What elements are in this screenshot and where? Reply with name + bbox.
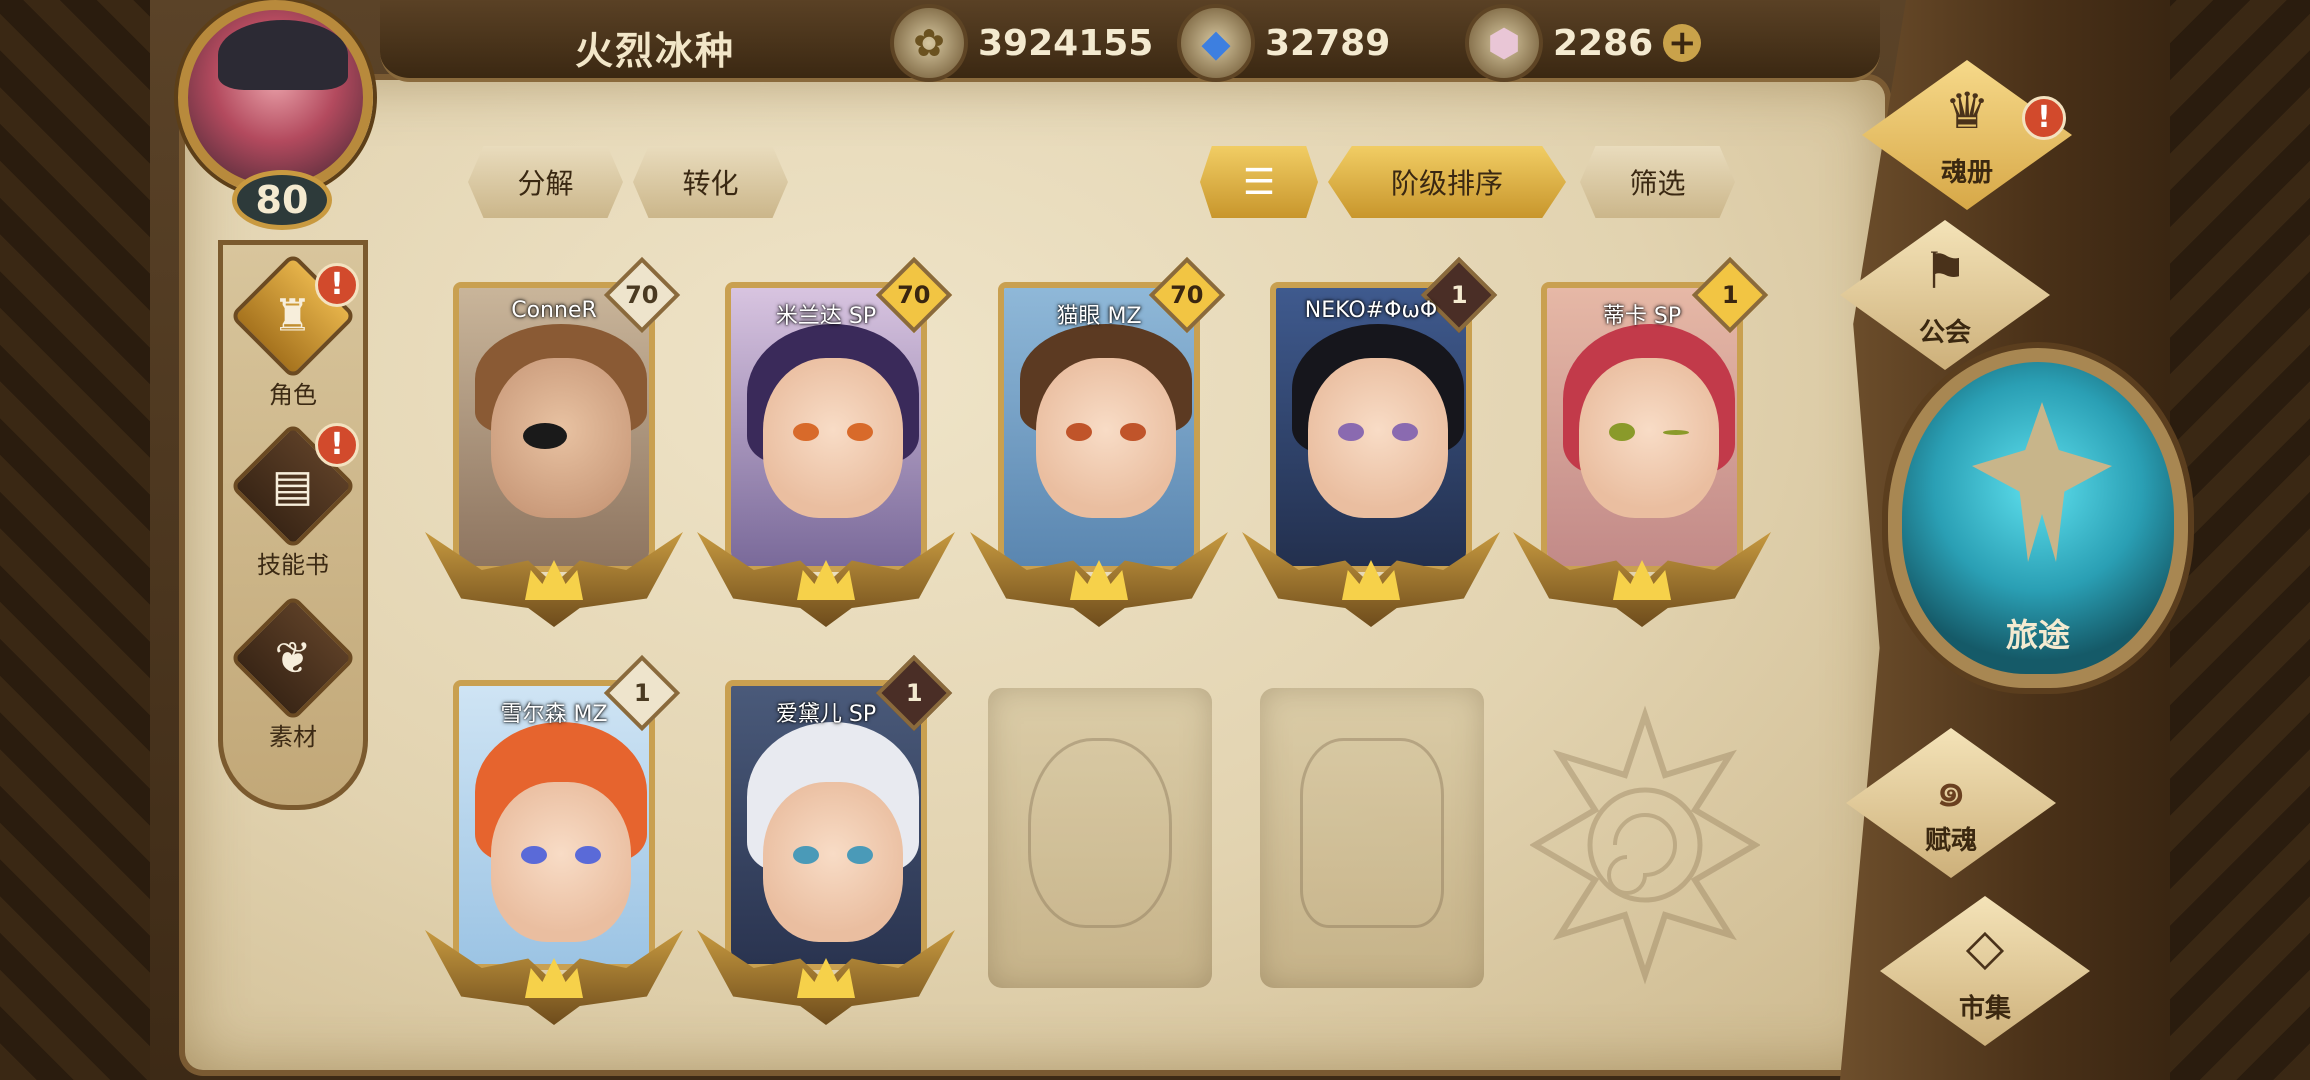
sketch-portrait	[1300, 738, 1444, 928]
nav-item-material[interactable]: ❦ 素材	[223, 594, 363, 755]
character-card[interactable]: 猫眼 MZ 70	[970, 256, 1228, 632]
nav-item-skill-book[interactable]: ▤ 技能书 !	[223, 422, 363, 583]
sketch-portrait	[1028, 738, 1172, 928]
character-card[interactable]: 蒂卡 SP 1	[1513, 256, 1771, 632]
card-frame: 米兰达 SP	[725, 282, 927, 572]
portrait-eye	[793, 423, 819, 441]
card-frame: NEKO#ΦωΦ	[1270, 282, 1472, 572]
decompose-label: 分解	[517, 167, 574, 200]
card-name: ConneR	[511, 298, 597, 323]
portrait-eye	[1338, 423, 1364, 441]
decompose-button[interactable]: 分解	[468, 146, 623, 218]
card-portrait	[1276, 288, 1466, 566]
avatar-hat	[218, 20, 348, 90]
convert-label: 转化	[682, 167, 739, 200]
blue-crystal-icon: ◆	[1177, 4, 1255, 82]
character-card[interactable]: 爱黛儿 SP 1	[697, 654, 955, 1030]
avatar-portrait	[178, 0, 373, 195]
card-frame: 爱黛儿 SP	[725, 680, 927, 970]
card-frame: 猫眼 MZ	[998, 282, 1200, 572]
nav-label-material: 素材	[269, 723, 317, 751]
gem-value: 2286	[1553, 22, 1654, 64]
portrait-eye	[521, 846, 547, 864]
sun-emblem-icon	[1530, 705, 1760, 985]
locked-character-card[interactable]	[988, 688, 1212, 988]
gold-currency[interactable]: ✿ 3924155	[890, 4, 1154, 82]
alert-icon: !	[2022, 96, 2066, 140]
sort-lines-icon: ☰	[1242, 161, 1276, 203]
locked-character-card[interactable]	[1260, 688, 1484, 988]
nav-label-skill-book: 技能书	[257, 551, 329, 579]
portrait-face	[763, 782, 903, 942]
card-frame: ConneR	[453, 282, 655, 572]
alert-icon: !	[315, 263, 359, 307]
character-card[interactable]: 雪尔森 MZ 1	[425, 654, 683, 1030]
portrait-eye	[793, 846, 819, 864]
filter-button[interactable]: 筛选	[1580, 146, 1735, 218]
journey-label: 旅途	[2005, 616, 2070, 654]
gold-value: 3924155	[978, 22, 1154, 64]
character-card[interactable]: ConneR 70	[425, 256, 683, 632]
portrait-face	[763, 358, 903, 518]
card-name: 猫眼 MZ	[1056, 304, 1142, 329]
portrait-face	[1579, 358, 1719, 518]
sort-by-tier-button[interactable]: 阶级排序	[1328, 146, 1566, 218]
player-avatar[interactable]: 80	[150, 0, 440, 230]
gold-coin-icon: ✿	[890, 4, 968, 82]
eyepatch	[523, 423, 567, 449]
card-portrait	[459, 288, 649, 566]
character-card[interactable]: 米兰达 SP 70	[697, 256, 955, 632]
journey-button[interactable]: 旅途	[1888, 348, 2188, 688]
material-icon: ❦	[229, 594, 357, 722]
card-name: NEKO#ΦωΦ	[1304, 298, 1438, 323]
gem-currency[interactable]: ⬢ 2286 +	[1465, 4, 1702, 82]
crystal-value: 32789	[1265, 22, 1391, 64]
add-gem-button[interactable]: +	[1663, 24, 1702, 62]
convert-button[interactable]: 转化	[633, 146, 788, 218]
crystal-currency[interactable]: ◆ 32789	[1177, 4, 1391, 82]
left-nav: ♜ 角色 ! ▤ 技能书 ! ❦ 素材	[218, 240, 368, 810]
left-background-pattern	[0, 0, 160, 1080]
portrait-eye	[1609, 423, 1635, 441]
portrait-face	[491, 782, 631, 942]
portrait-face	[1036, 358, 1176, 518]
sort-order-button[interactable]: ☰	[1200, 146, 1318, 218]
portrait-eye	[1066, 423, 1092, 441]
pink-gem-icon: ⬢	[1465, 4, 1543, 82]
filter-label: 筛选	[1629, 167, 1686, 200]
trident-emblem-icon	[1972, 402, 2112, 562]
sort-by-tier-label: 阶级排序	[1390, 167, 1503, 200]
nav-label-character: 角色	[269, 381, 317, 409]
player-name: 火烈冰种	[575, 29, 736, 73]
portrait-eye	[847, 846, 873, 864]
card-frame: 雪尔森 MZ	[453, 680, 655, 970]
portrait-face	[1308, 358, 1448, 518]
character-card[interactable]: NEKO#ΦωΦ 1	[1242, 256, 1500, 632]
card-name: 雪尔森 MZ	[500, 702, 608, 727]
player-level-badge: 80	[232, 170, 332, 230]
alert-icon: !	[315, 423, 359, 467]
portrait-eye	[575, 846, 601, 864]
nav-item-character[interactable]: ♜ 角色 !	[223, 252, 363, 413]
portrait-eye	[847, 423, 873, 441]
card-name: 蒂卡 SP	[1602, 304, 1682, 329]
portrait-eye	[1392, 423, 1418, 441]
card-name: 爱黛儿 SP	[775, 702, 877, 727]
portrait-eye	[1120, 423, 1146, 441]
card-frame: 蒂卡 SP	[1541, 282, 1743, 572]
card-name: 米兰达 SP	[775, 304, 877, 329]
portrait-eye-wink	[1663, 430, 1689, 435]
